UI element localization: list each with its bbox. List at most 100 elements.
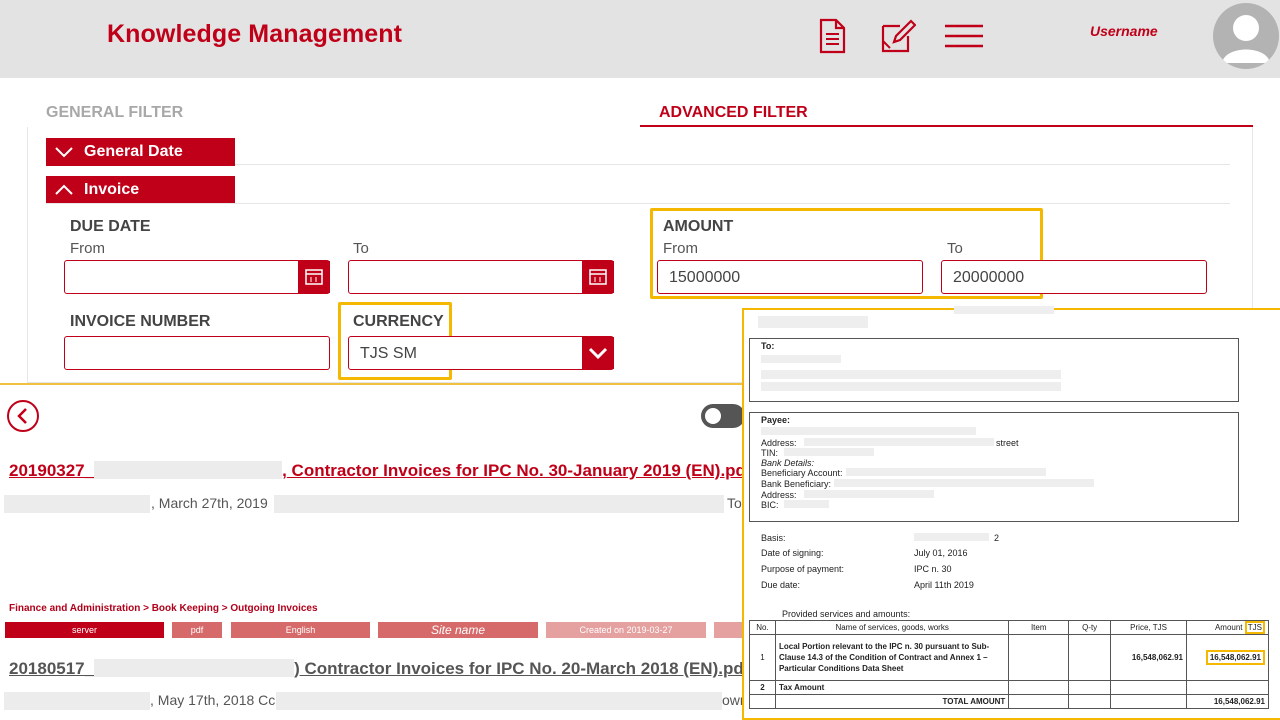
tag-created: Created on 2019-03-27 [546,622,706,638]
col-currency: TJS [1244,621,1265,634]
amount-from-label: From [663,240,698,257]
row-name: Local Portion relevant to the IPC n. 30 … [774,634,1010,681]
due-date-label: DUE DATE [70,218,151,235]
result-title-link[interactable]: 20180517_ ) Contractor Invoices for IPC N… [9,659,749,679]
redacted-block [276,692,722,710]
row-item [1008,634,1070,681]
row-no: 1 [749,634,776,681]
tag-server: server [5,622,164,638]
amount-to-value: 20000000 [953,269,1025,286]
bic-label: BIC: [761,500,779,510]
redacted-block [784,448,874,456]
col-amount: Amount TJS [1186,620,1269,635]
table-total-row: TOTAL AMOUNT 16,548,062.91 [749,694,1269,709]
section-general-date[interactable]: General Date [46,138,235,166]
row-price: 16,548,062.91 [1110,634,1188,681]
section-invoice-label: Invoice [84,181,140,198]
due-value: April 11th 2019 [914,580,974,590]
col-item: Item [1008,620,1070,635]
address2-label: Address: [761,490,797,500]
invoice-number-input[interactable] [64,336,330,370]
redacted-block [758,316,868,328]
table-header-row: No. Name of services, goods, works Item … [749,620,1269,635]
calendar-icon[interactable] [582,261,614,293]
payee-label: Payee: [761,415,791,425]
tag-more [714,622,744,638]
calendar-icon[interactable] [298,261,330,293]
username-label[interactable]: Username [1090,23,1158,39]
to-label: To: [761,341,775,351]
result-title-suffix: Contractor Invoices for IPC No. 30-Janua… [286,461,752,480]
address-street: street [996,438,1019,448]
tab-advanced-filter[interactable]: ADVANCED FILTER [659,104,808,122]
breadcrumb[interactable]: Finance and Administration > Book Keepin… [9,603,318,614]
result-title-prefix: 20180517_ [9,659,95,678]
amount-label: AMOUNT [663,218,734,235]
back-icon[interactable] [7,400,39,432]
row-no: 2 [749,680,776,695]
tag-language: English [231,622,370,638]
provided-label: Provided services and amounts: [782,609,911,619]
chevron-down-icon[interactable] [582,337,614,369]
edit-note-icon[interactable] [880,18,917,54]
result-title-suffix: ) Contractor Invoices for IPC No. 20-Mar… [294,659,750,678]
result-meta-date: , May 17th, 2018 Cc [150,692,276,708]
redacted-block [846,468,1046,476]
redacted-block [274,495,724,513]
redacted-block [834,479,1094,487]
redacted-block [804,490,934,498]
result-meta-tail: To [727,495,742,511]
result-title-link[interactable]: 20190327_, Contractor Invoices for IPC N… [9,461,752,481]
redacted-block [804,438,994,446]
redacted-block [94,461,283,479]
section-invoice[interactable]: Invoice [46,176,235,204]
avatar-icon[interactable] [1213,3,1279,69]
col-qty: Q-ty [1068,620,1112,635]
total-label: TOTAL AMOUNT [774,694,1010,709]
col-price: Price, TJS [1110,620,1188,635]
amount-from-value: 15000000 [669,269,741,286]
amount-to-label: To [947,240,963,257]
document-icon[interactable] [814,18,850,54]
section-general-date-label: General Date [84,143,183,160]
basis-label: Basis: [761,533,786,543]
beneficiary-account-label: Beneficiary Account: [761,468,843,478]
amount-from-input[interactable]: 15000000 [657,260,923,294]
tab-general-filter[interactable]: GENERAL FILTER [46,104,183,122]
due-date-from-input[interactable] [64,260,330,294]
redacted-block [4,692,150,710]
menu-icon[interactable] [944,18,983,54]
basis-value: 2 [994,533,1000,543]
chevron-down-icon [55,147,73,158]
due-date-from-label: From [70,240,105,257]
table-row: 2 Tax Amount [749,680,1269,695]
due-date-to-label: To [353,240,369,257]
due-label: Due date: [761,580,801,590]
redacted-block [761,427,976,435]
divider [46,203,1230,204]
col-name: Name of services, goods, works [774,620,1010,635]
row-amount: 16,548,062.91 [1205,650,1265,665]
tag-site-name: Site name [378,622,538,638]
signing-value: July 01, 2016 [914,548,968,558]
redacted-block [761,370,1061,379]
due-date-to-input[interactable] [348,260,614,294]
col-amount-label: Amount [1214,623,1243,632]
row-qty [1068,634,1112,681]
result-meta-date: , March 27th, 2019 [151,495,268,511]
address-label: Address: [761,438,797,448]
redacted-block [784,500,829,508]
redacted-block [94,659,295,677]
redacted-block [761,382,1061,391]
amount-to-input[interactable]: 20000000 [941,260,1207,294]
tag-filetype: pdf [172,622,222,638]
purpose-value: IPC n. 30 [914,564,952,574]
currency-select[interactable]: TJS SM [348,336,614,370]
divider [235,164,1230,165]
currency-value: TJS SM [360,345,417,362]
bank-details-label: Bank Details: [761,458,815,468]
view-toggle[interactable] [701,404,745,428]
currency-label: CURRENCY [353,313,444,330]
signing-label: Date of signing: [761,548,824,558]
invoice-document-preview: To: Payee: Address: street TIN: Bank Det… [742,306,1280,720]
